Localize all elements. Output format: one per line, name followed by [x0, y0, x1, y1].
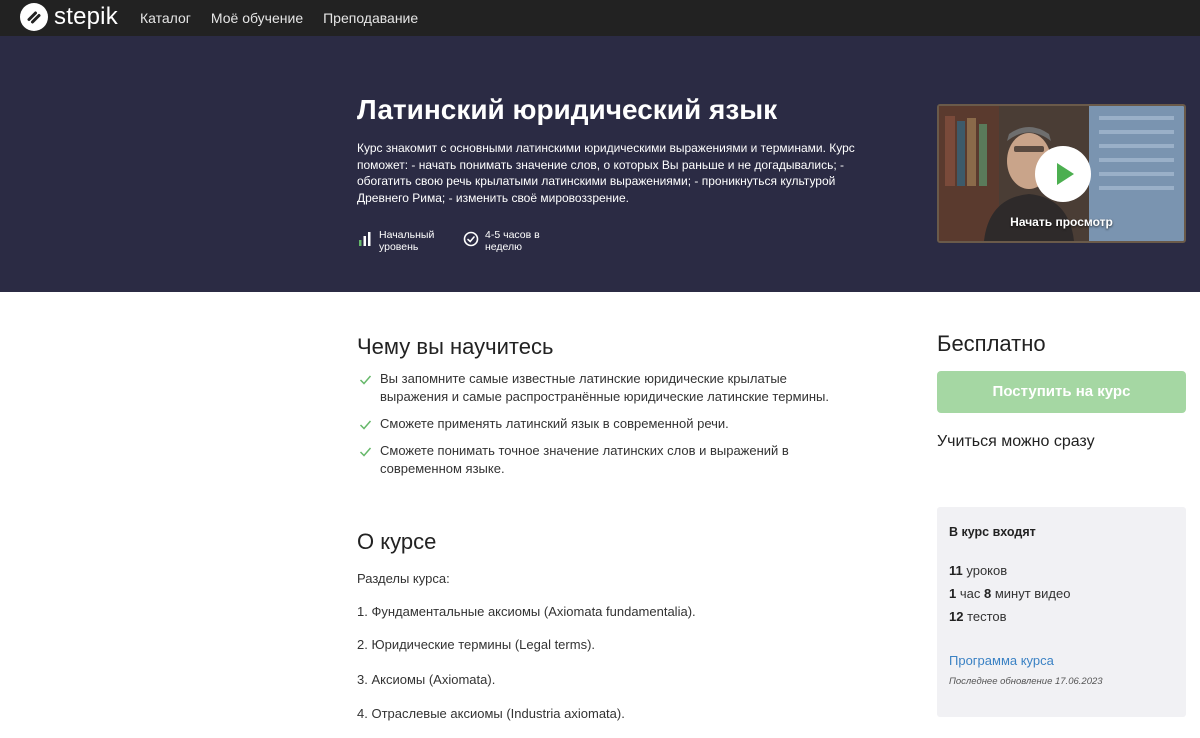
- check-icon: [359, 375, 372, 385]
- video-label[interactable]: Начать просмотр: [939, 215, 1184, 229]
- lessons-count: 11 уроков: [949, 563, 1007, 578]
- about-section-title: О курсе: [357, 529, 437, 554]
- about-line: Разделы курса:: [357, 571, 450, 586]
- learn-item-text: Сможете понимать точное значение латинск…: [380, 443, 789, 476]
- clock-icon: [463, 231, 479, 247]
- level-bars-icon: [359, 232, 371, 246]
- tests-count: 12 тестов: [949, 609, 1007, 624]
- intro-video[interactable]: Начать просмотр: [937, 104, 1186, 243]
- nav-link-catalog[interactable]: Каталог: [140, 10, 191, 26]
- tests-number: 12: [949, 609, 964, 624]
- level-text: Начальный уровень: [379, 229, 435, 253]
- learn-section-title: Чему вы научитесь: [357, 334, 554, 359]
- learn-list: Вы запомните самые известные латинские ю…: [357, 370, 857, 487]
- course-title: Латинский юридический язык: [357, 94, 778, 125]
- nav-link-teaching[interactable]: Преподавание: [323, 10, 418, 26]
- enroll-button[interactable]: Поступить на курс: [937, 371, 1186, 413]
- lessons-label: уроков: [962, 563, 1008, 578]
- start-now-text: Учиться можно сразу: [937, 433, 1095, 450]
- course-time: 4-5 часов в неделю: [463, 229, 555, 253]
- play-button[interactable]: [1035, 146, 1091, 202]
- about-line: 4. Отраслевые аксиомы (Industria axiomat…: [357, 706, 625, 721]
- last-updated: Последнее обновление 17.06.2023: [949, 676, 1103, 687]
- lessons-number: 11: [949, 563, 963, 578]
- course-description: Курс знакомит с основными латинскими юри…: [357, 141, 855, 205]
- learn-item: Вы запомните самые известные латинские ю…: [357, 370, 857, 406]
- course-level: Начальный уровень: [357, 229, 449, 253]
- price-label: Бесплатно: [937, 331, 1046, 356]
- video-hours-label: час: [956, 586, 984, 601]
- video-minutes-label: минут видео: [991, 586, 1071, 601]
- learn-item-text: Вы запомните самые известные латинские ю…: [380, 371, 829, 404]
- about-line: 2. Юридические термины (Legal terms).: [357, 637, 596, 652]
- brand-name: stepik: [54, 3, 118, 30]
- program-link[interactable]: Программа курса: [949, 653, 1054, 668]
- nav-link-my-learning[interactable]: Моё обучение: [211, 10, 303, 26]
- about-line: 3. Аксиомы (Axiomata).: [357, 672, 496, 687]
- course-hero: Латинский юридический язык Курс знакомит…: [0, 36, 1200, 292]
- about-line: 1. Фундаментальные аксиомы (Axiomata fun…: [357, 604, 696, 619]
- course-includes-box: В курс входят 11 уроков 1 час 8 минут ви…: [937, 507, 1186, 717]
- check-icon: [359, 420, 372, 430]
- learn-item: Сможете применять латинский язык в совре…: [357, 415, 857, 433]
- play-icon: [1057, 163, 1074, 185]
- nav-links: Каталог Моё обучение Преподавание: [140, 0, 438, 36]
- stepik-logo-icon: [20, 3, 48, 31]
- learn-item: Сможете понимать точное значение латинск…: [357, 442, 857, 478]
- includes-title: В курс входят: [949, 525, 1036, 539]
- stepik-logo[interactable]: stepik: [20, 3, 118, 31]
- time-text: 4-5 часов в неделю: [485, 229, 540, 253]
- learn-item-text: Сможете применять латинский язык в совре…: [380, 416, 729, 431]
- tests-label: тестов: [963, 609, 1007, 624]
- top-nav: stepik Каталог Моё обучение Преподавание: [0, 0, 1200, 36]
- video-duration: 1 час 8 минут видео: [949, 586, 1070, 601]
- check-icon: [359, 447, 372, 457]
